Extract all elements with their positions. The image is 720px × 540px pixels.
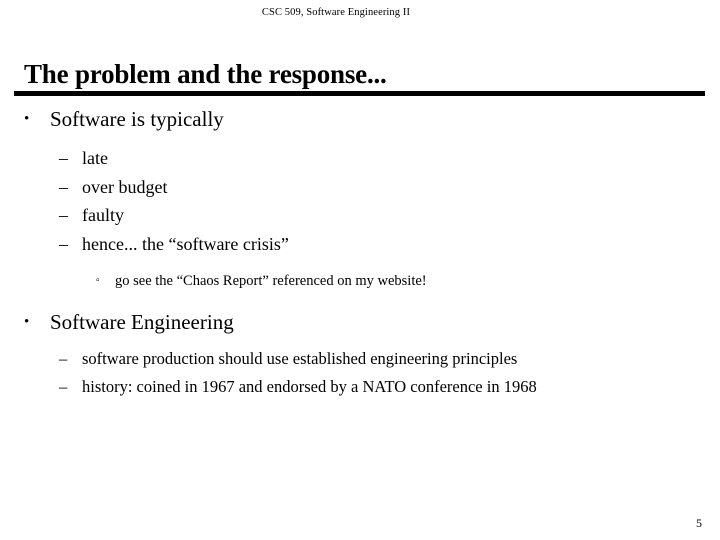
bullet-text: over budget [82, 176, 168, 197]
bullet-text: late [82, 148, 108, 168]
bullet-level3-chaos-report: ▫ go see the “Chaos Report” referenced o… [0, 269, 720, 293]
bullet-dash-icon: – [59, 176, 68, 197]
page-number: 5 [696, 516, 702, 530]
bullet-text: history: coined in 1967 and endorsed by … [82, 377, 537, 396]
running-header: CSC 509, Software Engineering II [261, 7, 411, 18]
bullet-level1-software-engineering: • Software Engineering [0, 309, 720, 336]
bullet-dot-icon: • [24, 314, 30, 330]
bullet-dash-icon: – [59, 377, 68, 396]
bullet-level1-software-typically: • Software is typically [0, 106, 720, 133]
slide-canvas: CSC 509, Software Engineering II The pro… [0, 0, 720, 540]
bullet-level2-over-budget: – over budget [0, 173, 720, 202]
title-divider [14, 91, 705, 96]
bullet-text: Software Engineering [50, 310, 234, 334]
bullet-level2-history-nato: – history: coined in 1967 and endorsed b… [0, 373, 720, 401]
bullet-square-icon: ▫ [96, 275, 100, 286]
bullet-text: hence... the “software crisis” [82, 233, 289, 254]
bullet-level2-software-crisis: – hence... the “software crisis” [0, 230, 720, 259]
bullet-text: Software is typically [50, 107, 224, 131]
bullet-text: go see the “Chaos Report” referenced on … [115, 273, 427, 289]
bullet-dash-icon: – [59, 233, 68, 254]
bullet-text: software production should use establish… [82, 349, 518, 368]
bullet-level2-late: – late [0, 144, 720, 173]
bullet-level2-engineering-principles: – software production should use establi… [0, 345, 720, 373]
page-title: The problem and the response... [24, 59, 387, 90]
bullet-dash-icon: – [59, 205, 68, 225]
bullet-text: faulty [82, 205, 124, 225]
bullet-dash-icon: – [59, 349, 68, 368]
slide-body: • Software is typically – late – over bu… [0, 106, 720, 401]
bullet-dash-icon: – [59, 148, 68, 168]
bullet-level2-faulty: – faulty [0, 201, 720, 230]
bullet-dot-icon: • [24, 111, 30, 127]
